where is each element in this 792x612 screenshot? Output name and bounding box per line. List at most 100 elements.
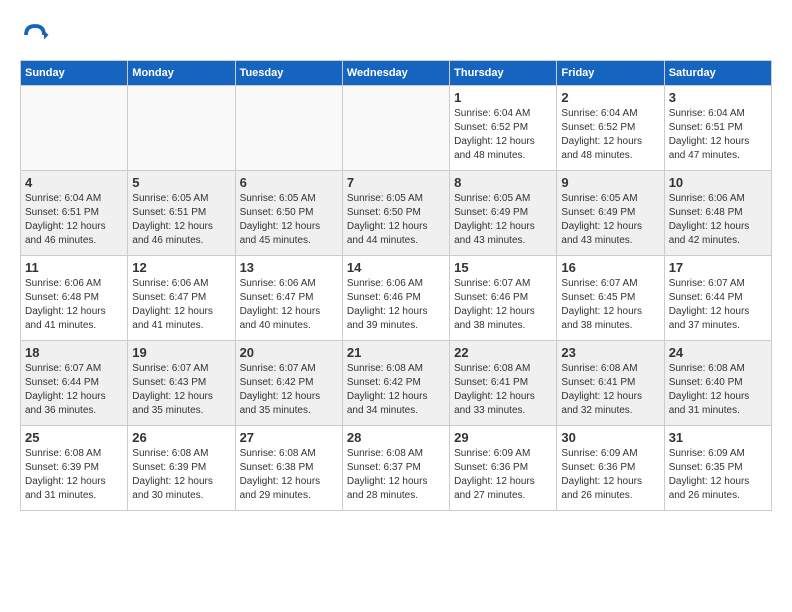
day-number: 23 [561, 345, 659, 360]
day-number: 31 [669, 430, 767, 445]
day-number: 3 [669, 90, 767, 105]
day-number: 26 [132, 430, 230, 445]
day-number: 1 [454, 90, 552, 105]
calendar-week-row: 4Sunrise: 6:04 AMSunset: 6:51 PMDaylight… [21, 171, 772, 256]
calendar-day: 7 Sunrise: 6:05 AMSunset: 6:50 PMDaylight… [342, 171, 449, 256]
calendar-day: 17 Sunrise: 6:07 AMSunset: 6:44 PMDayligh… [664, 256, 771, 341]
day-info: Sunrise: 6:05 AMSunset: 6:50 PMDaylight:… [240, 192, 338, 248]
day-info: Sunrise: 6:08 AMSunset: 6:40 PMDaylight:… [669, 362, 767, 418]
calendar-day: 31 Sunrise: 6:09 AMSunset: 6:35 PMDayligh… [664, 426, 771, 511]
calendar-day [128, 86, 235, 171]
day-info: Sunrise: 6:04 AMSunset: 6:52 PMDaylight:… [561, 107, 659, 163]
day-info: Sunrise: 6:08 AMSunset: 6:37 PMDaylight:… [347, 447, 445, 503]
col-header-monday: Monday [128, 61, 235, 86]
calendar-day: 30 Sunrise: 6:09 AMSunset: 6:36 PMDayligh… [557, 426, 664, 511]
day-info: Sunrise: 6:09 AMSunset: 6:36 PMDaylight:… [454, 447, 552, 503]
col-header-tuesday: Tuesday [235, 61, 342, 86]
day-info: Sunrise: 6:08 AMSunset: 6:39 PMDaylight:… [132, 447, 230, 503]
calendar-table: SundayMondayTuesdayWednesdayThursdayFrid… [20, 60, 772, 511]
day-number: 30 [561, 430, 659, 445]
calendar-day: 22 Sunrise: 6:08 AMSunset: 6:41 PMDayligh… [450, 341, 557, 426]
day-number: 7 [347, 175, 445, 190]
day-info: Sunrise: 6:06 AMSunset: 6:48 PMDaylight:… [25, 277, 123, 333]
day-number: 14 [347, 260, 445, 275]
day-number: 15 [454, 260, 552, 275]
calendar-day: 3Sunrise: 6:04 AMSunset: 6:51 PMDaylight… [664, 86, 771, 171]
day-info: Sunrise: 6:08 AMSunset: 6:41 PMDaylight:… [454, 362, 552, 418]
calendar-week-row: 25 Sunrise: 6:08 AMSunset: 6:39 PMDayligh… [21, 426, 772, 511]
day-info: Sunrise: 6:09 AMSunset: 6:35 PMDaylight:… [669, 447, 767, 503]
day-info: Sunrise: 6:05 AMSunset: 6:49 PMDaylight:… [561, 192, 659, 248]
day-number: 2 [561, 90, 659, 105]
day-number: 27 [240, 430, 338, 445]
calendar-day: 9 Sunrise: 6:05 AMSunset: 6:49 PMDaylight… [557, 171, 664, 256]
calendar-day: 16 Sunrise: 6:07 AMSunset: 6:45 PMDayligh… [557, 256, 664, 341]
day-number: 12 [132, 260, 230, 275]
day-info: Sunrise: 6:08 AMSunset: 6:41 PMDaylight:… [561, 362, 659, 418]
calendar-day: 12 Sunrise: 6:06 AMSunset: 6:47 PMDayligh… [128, 256, 235, 341]
calendar-header-row: SundayMondayTuesdayWednesdayThursdayFrid… [21, 61, 772, 86]
calendar-day: 14 Sunrise: 6:06 AMSunset: 6:46 PMDayligh… [342, 256, 449, 341]
day-number: 6 [240, 175, 338, 190]
calendar-day: 23 Sunrise: 6:08 AMSunset: 6:41 PMDayligh… [557, 341, 664, 426]
col-header-sunday: Sunday [21, 61, 128, 86]
col-header-wednesday: Wednesday [342, 61, 449, 86]
calendar-day: 5 Sunrise: 6:05 AMSunset: 6:51 PMDaylight… [128, 171, 235, 256]
day-number: 11 [25, 260, 123, 275]
day-info: Sunrise: 6:06 AMSunset: 6:47 PMDaylight:… [132, 277, 230, 333]
calendar-day: 15 Sunrise: 6:07 AMSunset: 6:46 PMDayligh… [450, 256, 557, 341]
day-info: Sunrise: 6:09 AMSunset: 6:36 PMDaylight:… [561, 447, 659, 503]
day-number: 19 [132, 345, 230, 360]
calendar-week-row: 11 Sunrise: 6:06 AMSunset: 6:48 PMDayligh… [21, 256, 772, 341]
day-number: 24 [669, 345, 767, 360]
day-info: Sunrise: 6:08 AMSunset: 6:42 PMDaylight:… [347, 362, 445, 418]
day-number: 5 [132, 175, 230, 190]
day-number: 25 [25, 430, 123, 445]
day-info: Sunrise: 6:08 AMSunset: 6:39 PMDaylight:… [25, 447, 123, 503]
calendar-day: 27 Sunrise: 6:08 AMSunset: 6:38 PMDayligh… [235, 426, 342, 511]
day-number: 9 [561, 175, 659, 190]
calendar-day: 26 Sunrise: 6:08 AMSunset: 6:39 PMDayligh… [128, 426, 235, 511]
calendar-day [342, 86, 449, 171]
day-info: Sunrise: 6:05 AMSunset: 6:50 PMDaylight:… [347, 192, 445, 248]
calendar-week-row: 18Sunrise: 6:07 AMSunset: 6:44 PMDayligh… [21, 341, 772, 426]
calendar-day: 1Sunrise: 6:04 AMSunset: 6:52 PMDaylight… [450, 86, 557, 171]
calendar-day: 29 Sunrise: 6:09 AMSunset: 6:36 PMDayligh… [450, 426, 557, 511]
day-info: Sunrise: 6:07 AMSunset: 6:46 PMDaylight:… [454, 277, 552, 333]
page-header [20, 20, 772, 50]
day-number: 4 [25, 175, 123, 190]
calendar-day: 13Sunrise: 6:06 AMSunset: 6:47 PMDayligh… [235, 256, 342, 341]
day-number: 13 [240, 260, 338, 275]
calendar-day: 19 Sunrise: 6:07 AMSunset: 6:43 PMDayligh… [128, 341, 235, 426]
calendar-day: 2 Sunrise: 6:04 AMSunset: 6:52 PMDaylight… [557, 86, 664, 171]
day-info: Sunrise: 6:07 AMSunset: 6:44 PMDaylight:… [669, 277, 767, 333]
calendar-day: 18Sunrise: 6:07 AMSunset: 6:44 PMDayligh… [21, 341, 128, 426]
day-number: 10 [669, 175, 767, 190]
logo [20, 20, 54, 50]
day-info: Sunrise: 6:08 AMSunset: 6:38 PMDaylight:… [240, 447, 338, 503]
calendar-day: 11 Sunrise: 6:06 AMSunset: 6:48 PMDayligh… [21, 256, 128, 341]
day-number: 22 [454, 345, 552, 360]
day-number: 21 [347, 345, 445, 360]
day-info: Sunrise: 6:07 AMSunset: 6:45 PMDaylight:… [561, 277, 659, 333]
day-number: 16 [561, 260, 659, 275]
day-number: 17 [669, 260, 767, 275]
day-info: Sunrise: 6:05 AMSunset: 6:49 PMDaylight:… [454, 192, 552, 248]
calendar-day: 6 Sunrise: 6:05 AMSunset: 6:50 PMDaylight… [235, 171, 342, 256]
col-header-thursday: Thursday [450, 61, 557, 86]
calendar-day [21, 86, 128, 171]
day-info: Sunrise: 6:06 AMSunset: 6:46 PMDaylight:… [347, 277, 445, 333]
day-number: 28 [347, 430, 445, 445]
col-header-friday: Friday [557, 61, 664, 86]
day-info: Sunrise: 6:07 AMSunset: 6:43 PMDaylight:… [132, 362, 230, 418]
calendar-day: 20 Sunrise: 6:07 AMSunset: 6:42 PMDayligh… [235, 341, 342, 426]
day-number: 20 [240, 345, 338, 360]
day-number: 29 [454, 430, 552, 445]
day-info: Sunrise: 6:05 AMSunset: 6:51 PMDaylight:… [132, 192, 230, 248]
day-info: Sunrise: 6:06 AMSunset: 6:48 PMDaylight:… [669, 192, 767, 248]
day-info: Sunrise: 6:07 AMSunset: 6:42 PMDaylight:… [240, 362, 338, 418]
calendar-week-row: 1 Sunrise: 6:04 AMSunset: 6:52 PMDaylight… [21, 86, 772, 171]
calendar-day: 25 Sunrise: 6:08 AMSunset: 6:39 PMDayligh… [21, 426, 128, 511]
logo-icon [20, 20, 50, 50]
calendar-day: 28 Sunrise: 6:08 AMSunset: 6:37 PMDayligh… [342, 426, 449, 511]
